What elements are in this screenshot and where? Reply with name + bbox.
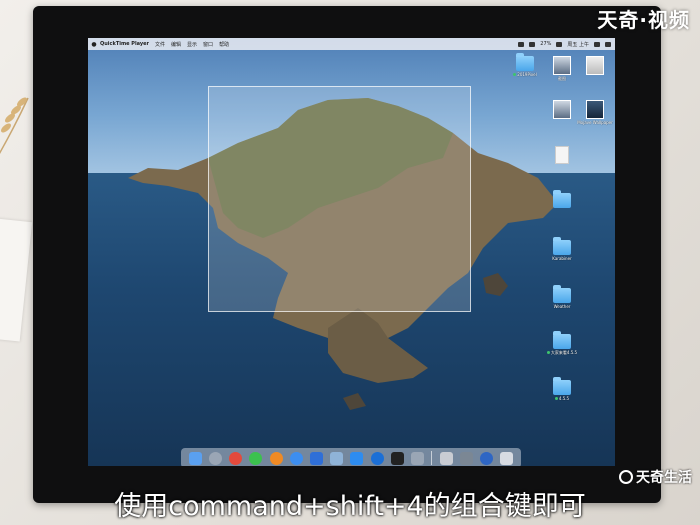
mac-screen: ● QuickTime Player 文件 编辑 显示 窗口 帮助 27% 周五… <box>88 38 615 466</box>
battery-icon[interactable] <box>556 41 563 47</box>
desktop-screenshot[interactable]: 截图 <box>548 56 576 82</box>
menu-bar: ● QuickTime Player 文件 编辑 显示 窗口 帮助 27% 周五… <box>88 38 615 50</box>
desktop-icon-label: 截图 <box>558 76 566 81</box>
desktop-folder-weather[interactable]: Weather <box>548 285 576 309</box>
desktop-document[interactable] <box>548 146 576 165</box>
screenshot-selection-area[interactable] <box>208 86 471 312</box>
control-center-icon[interactable] <box>605 41 611 47</box>
desktop-folder-karabiner[interactable]: Karabiner <box>548 237 576 261</box>
firefox-icon[interactable] <box>269 451 283 465</box>
desktop-icon-label: Weather <box>553 304 571 309</box>
folder-icon <box>553 190 571 208</box>
folder-icon <box>553 237 571 255</box>
safari-icon[interactable] <box>289 451 303 465</box>
menu-help[interactable]: 帮助 <box>219 41 229 48</box>
menu-file[interactable]: 文件 <box>155 41 165 48</box>
wifi-icon[interactable] <box>529 41 536 47</box>
dock <box>181 448 521 466</box>
desktop-file[interactable] <box>581 56 609 76</box>
folder-icon <box>553 285 571 303</box>
xcode-icon[interactable] <box>310 451 324 465</box>
desktop-icon-label: 4.5.5 <box>558 396 570 401</box>
stack-icon[interactable] <box>459 451 473 465</box>
wheat-decoration <box>0 97 29 154</box>
folder-icon <box>553 331 571 349</box>
tag-dot-icon <box>513 73 517 76</box>
trash-icon[interactable] <box>500 451 514 465</box>
desktop-folder[interactable]: 4.5.5 <box>548 377 576 401</box>
image-thumbnail-icon <box>586 100 604 119</box>
system-preferences-icon[interactable] <box>411 451 425 465</box>
tag-dot-icon <box>546 351 550 354</box>
folder-icon <box>516 53 534 71</box>
status-area: 27% 周五 上午 <box>518 38 611 50</box>
image-thumbnail-icon <box>586 56 604 75</box>
search-icon[interactable] <box>594 41 600 47</box>
menu-clock[interactable]: 周五 上午 <box>567 41 589 48</box>
menu-app-name[interactable]: QuickTime Player <box>100 41 149 47</box>
document-icon <box>555 146 569 164</box>
brand-logo-icon <box>619 470 633 484</box>
document-icon[interactable] <box>439 451 453 465</box>
preview-icon[interactable] <box>330 451 344 465</box>
desktop-icon-label: Mojave Wallpaper <box>577 120 613 125</box>
menu-edit[interactable]: 编辑 <box>171 41 181 48</box>
desktop-file[interactable] <box>548 100 576 120</box>
terminal-icon[interactable] <box>390 451 404 465</box>
quicktime-icon[interactable] <box>480 451 494 465</box>
record-icon[interactable] <box>518 41 525 47</box>
menu-view[interactable]: 显示 <box>187 41 197 48</box>
desktop-folder[interactable]: 大家来看4.5.5 <box>546 331 578 356</box>
apple-menu-icon[interactable]: ● <box>88 41 100 48</box>
video-watermark: 天奇·视频 <box>597 8 690 32</box>
wechat-icon[interactable] <box>249 451 263 465</box>
desktop-icon-label: Karabiner <box>552 256 572 261</box>
desktop-folder[interactable] <box>548 190 576 209</box>
desktop-icon-label: 大家来看4.5.5 <box>550 350 578 355</box>
desktop-mojave-wallpaper[interactable]: Mojave Wallpaper <box>577 100 613 125</box>
tag-dot-icon <box>554 397 558 400</box>
desktop-icon-label: 2019Pixel <box>517 72 537 77</box>
folder-icon <box>553 377 571 395</box>
finder-icon[interactable] <box>188 451 202 465</box>
app-store-icon[interactable] <box>350 451 364 465</box>
video-subtitle: 使用command+shift+4的组合键即可 <box>114 491 586 522</box>
dock-separator <box>431 451 433 465</box>
menu-window[interactable]: 窗口 <box>203 41 213 48</box>
desktop-folder[interactable]: 2019Pixel <box>511 53 539 77</box>
battery-level[interactable]: 27% <box>540 41 551 47</box>
download-icon[interactable] <box>370 451 384 465</box>
image-thumbnail-icon <box>553 100 571 119</box>
launchpad-icon[interactable] <box>208 451 222 465</box>
image-thumbnail-icon <box>553 56 571 75</box>
weibo-icon[interactable] <box>229 451 243 465</box>
